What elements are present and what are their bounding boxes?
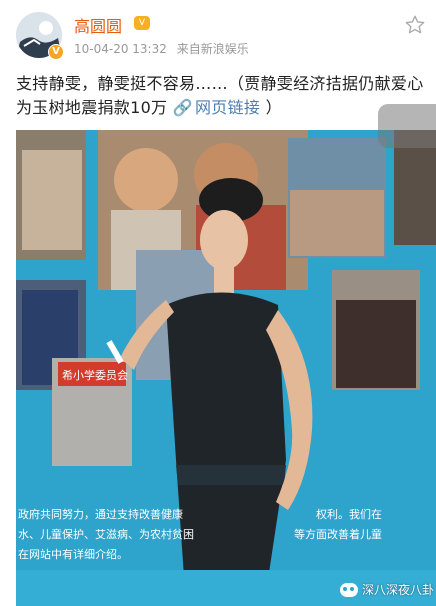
sign-text-line3: 在网站中有详细介绍。	[18, 547, 128, 561]
wechat-icon	[339, 582, 358, 597]
post-photo[interactable]: 希小学委员会 政府共同努力，通过支持改善健康 水、儿童保护、艾滋病、为农村贫困 …	[16, 130, 436, 606]
sign-text-line1: 政府共同努力，通过支持改善健康	[18, 507, 183, 521]
sign-text-line2: 水、儿童保护、艾滋病、为农村贫困	[18, 527, 194, 541]
web-link[interactable]: 🔗 网页链接	[173, 98, 266, 117]
watermark-text: 深八深夜八卦	[361, 583, 434, 597]
sign-text-right2: 等方面改善着儿童	[294, 527, 382, 541]
link-icon: 🔗	[172, 98, 193, 117]
web-link-label: 网页链接	[195, 98, 261, 117]
author-name[interactable]: 高圆圆	[74, 13, 122, 37]
post-header: V 高圆圆 V 10-04-20 13:32 来自新浪娱乐	[0, 0, 436, 62]
vip-badge: V	[134, 16, 150, 30]
post-meta: 10-04-20 13:32 来自新浪娱乐	[74, 40, 249, 57]
post-date: 10-04-20 13:32	[74, 42, 167, 56]
favorite-star-icon[interactable]	[404, 14, 426, 36]
post-body: 支持静雯，静雯挺不容易……（贾静雯经济拮据仍献爱心 为玉树地震捐款10万 🔗 网页…	[16, 72, 424, 120]
sign-text-right1: 权利。我们在	[316, 507, 382, 521]
red-sign-text: 希小学委员会	[62, 368, 128, 382]
verified-badge-icon: V	[48, 44, 64, 60]
floating-overlay-button[interactable]	[378, 104, 436, 148]
post-text-end: ）	[265, 98, 282, 117]
post-source[interactable]: 来自新浪娱乐	[177, 42, 249, 56]
watermark: 深八深夜八卦	[339, 581, 434, 598]
